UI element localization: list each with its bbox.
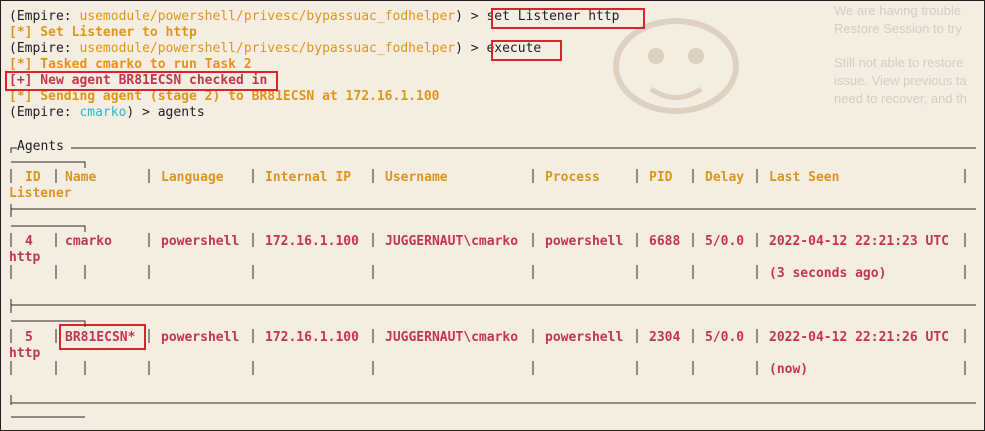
cell-name: cmarko xyxy=(65,234,112,249)
cell-pid: 2304 xyxy=(649,330,681,345)
agents-table-title: Agents xyxy=(17,139,64,154)
col-header-language: Language xyxy=(161,170,224,185)
cell-last-seen-relative: (3 seconds ago) xyxy=(769,266,887,281)
cell-listener: http xyxy=(9,346,41,361)
col-header-name: Name xyxy=(65,170,97,185)
cell-last-seen: 2022-04-12 22:21:26 UTC xyxy=(769,330,950,345)
cell-last-seen-relative: (now) xyxy=(769,362,809,377)
col-header-pid: PID xyxy=(649,170,673,185)
cell-name: BR81ECSN* xyxy=(65,330,136,345)
cell-internal-ip: 172.16.1.100 xyxy=(265,234,359,249)
cell-id: 4 xyxy=(25,234,33,249)
agents-table-borders xyxy=(10,147,976,418)
col-header-id: ID xyxy=(25,170,41,185)
cell-id: 5 xyxy=(25,330,33,345)
cell-username: JUGGERNAUT\cmarko xyxy=(385,330,519,345)
cell-last-seen: 2022-04-12 22:21:23 UTC xyxy=(769,234,950,249)
cell-username: JUGGERNAUT\cmarko xyxy=(385,234,519,249)
col-header-username: Username xyxy=(385,170,448,185)
col-header-delay: Delay xyxy=(705,170,745,185)
cell-listener: http xyxy=(9,250,41,265)
cell-delay: 5/0.0 xyxy=(705,234,745,249)
col-header-process: Process xyxy=(545,170,600,185)
terminal-window: We are having trouble Restore Session to… xyxy=(0,0,985,431)
cell-delay: 5/0.0 xyxy=(705,330,745,345)
cell-internal-ip: 172.16.1.100 xyxy=(265,330,359,345)
cell-process: powershell xyxy=(545,234,624,249)
cell-process: powershell xyxy=(545,330,624,345)
cell-language: powershell xyxy=(161,330,240,345)
col-header-listener: Listener xyxy=(9,186,72,201)
col-header-last-seen: Last Seen xyxy=(769,170,840,185)
cell-pid: 6688 xyxy=(649,234,681,249)
col-header-internal-ip: Internal IP xyxy=(265,170,352,185)
cell-language: powershell xyxy=(161,234,240,249)
